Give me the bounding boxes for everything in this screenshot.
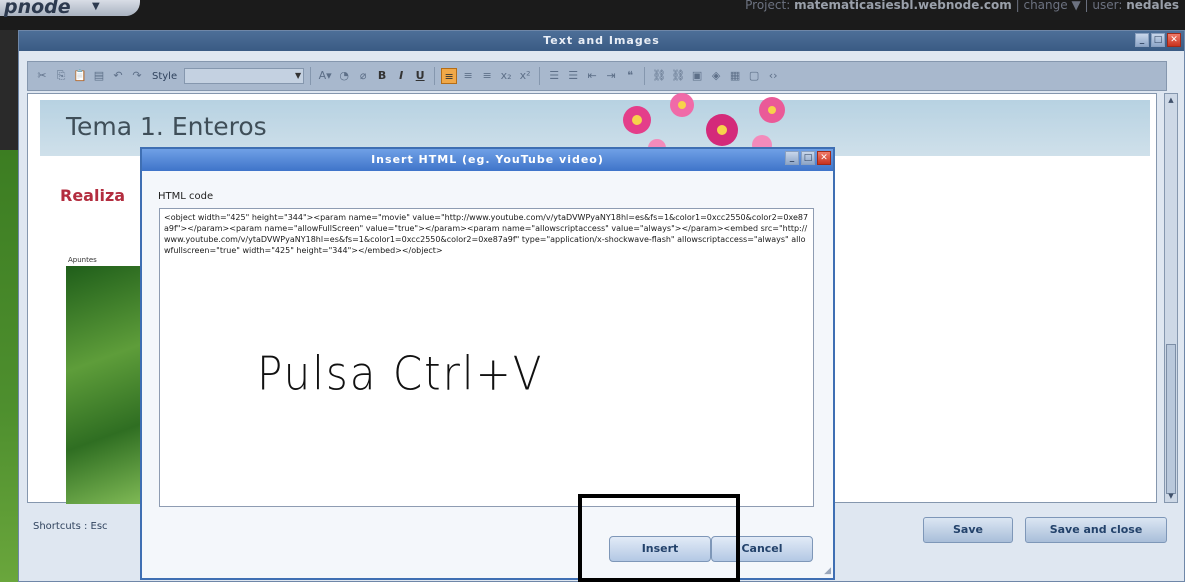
- unlink-icon[interactable]: ⛓: [670, 68, 686, 84]
- html-code-value: <object width="425" height="344"><param …: [164, 213, 809, 255]
- thumbnail-caption: Apuntes: [68, 256, 97, 264]
- highlight-annotation-box: [578, 494, 740, 582]
- flash-icon[interactable]: ◈: [708, 68, 724, 84]
- scroll-thumb[interactable]: [1166, 344, 1176, 494]
- bg-color-icon[interactable]: ◔: [336, 68, 352, 84]
- toolbar-divider: [310, 67, 312, 85]
- change-link[interactable]: change ▼: [1023, 0, 1080, 12]
- shortcuts-text: Shortcuts : Esc: [33, 521, 108, 532]
- align-center-icon[interactable]: ≡: [460, 68, 476, 84]
- body-text: Realiza: [60, 186, 126, 205]
- maximize-icon[interactable]: □: [1151, 33, 1165, 47]
- chevron-down-icon: ▼: [92, 1, 100, 12]
- close-icon[interactable]: ✕: [1167, 33, 1181, 47]
- scroll-down-icon[interactable]: ▼: [1165, 490, 1177, 502]
- window-controls: _ □ ✕: [1135, 33, 1181, 47]
- toolbar-divider: [539, 67, 541, 85]
- align-right-icon[interactable]: ≡: [479, 68, 495, 84]
- logo-tab[interactable]: pnode ▼: [0, 0, 140, 18]
- minimize-icon[interactable]: _: [785, 151, 799, 165]
- thumbnail-image[interactable]: [66, 266, 140, 504]
- separator: |: [1015, 0, 1020, 12]
- font-color-icon[interactable]: A▾: [317, 68, 333, 84]
- copy-icon[interactable]: ⎘: [53, 68, 69, 84]
- underline-icon[interactable]: U: [412, 68, 428, 84]
- separator: |: [1084, 0, 1089, 12]
- outdent-icon[interactable]: ⇤: [584, 68, 600, 84]
- scrollbar[interactable]: ▲ ▼: [1164, 93, 1178, 503]
- paste-word-icon[interactable]: ▤: [91, 68, 107, 84]
- close-icon[interactable]: ✕: [817, 151, 831, 165]
- cut-icon[interactable]: ✂: [34, 68, 50, 84]
- top-bar: pnode ▼ Project: matematicasiesbl.webnod…: [0, 0, 1185, 30]
- link-icon[interactable]: ⛓: [651, 68, 667, 84]
- resize-grip-icon[interactable]: ◢: [824, 566, 831, 576]
- frame-icon[interactable]: ▢: [746, 68, 762, 84]
- maximize-icon[interactable]: □: [801, 151, 815, 165]
- paste-icon[interactable]: 📋: [72, 68, 88, 84]
- toolbar-divider: [434, 67, 436, 85]
- eraser-icon[interactable]: ⌀: [355, 68, 371, 84]
- dialog-window-controls: _ □ ✕: [785, 151, 831, 165]
- html-code-label: HTML code: [158, 191, 214, 202]
- undo-icon[interactable]: ↶: [110, 68, 126, 84]
- redo-icon[interactable]: ↷: [129, 68, 145, 84]
- table-icon[interactable]: ▦: [727, 68, 743, 84]
- source-icon[interactable]: ‹›: [765, 68, 781, 84]
- project-label: Project:: [745, 0, 791, 12]
- editor-title: Text and Images: [543, 34, 660, 47]
- user-name[interactable]: nedales: [1126, 0, 1179, 12]
- chevron-down-icon: ▼: [294, 71, 302, 80]
- logo: pnode: [4, 0, 71, 18]
- save-and-close-button[interactable]: Save and close: [1025, 517, 1167, 543]
- save-button[interactable]: Save: [923, 517, 1013, 543]
- indent-icon[interactable]: ⇥: [603, 68, 619, 84]
- dialog-title: Insert HTML (eg. YouTube video): [371, 153, 604, 166]
- italic-icon[interactable]: I: [393, 68, 409, 84]
- ordered-list-icon[interactable]: ☰: [546, 68, 562, 84]
- toolbar-divider: [644, 67, 646, 85]
- project-name[interactable]: matematicasiesbl.webnode.com: [794, 0, 1012, 12]
- image-icon[interactable]: ▣: [689, 68, 705, 84]
- superscript-icon[interactable]: x²: [517, 68, 533, 84]
- handwritten-annotation: Pulsa Ctrl+V: [257, 346, 544, 401]
- scroll-up-icon[interactable]: ▲: [1165, 94, 1177, 106]
- project-info: Project: matematicasiesbl.webnode.com | …: [745, 0, 1179, 12]
- subscript-icon[interactable]: x₂: [498, 68, 514, 84]
- bold-icon[interactable]: B: [374, 68, 390, 84]
- page-heading: Tema 1. Enteros: [66, 112, 267, 141]
- editor-titlebar[interactable]: Text and Images _ □ ✕: [19, 31, 1184, 51]
- user-label: user:: [1092, 0, 1123, 12]
- unordered-list-icon[interactable]: ☰: [565, 68, 581, 84]
- dialog-titlebar[interactable]: Insert HTML (eg. YouTube video) _ □ ✕: [142, 149, 833, 171]
- editor-toolbar: ✂ ⎘ 📋 ▤ ↶ ↷ Style ▼ A▾ ◔ ⌀ B I U ≡ ≡ ≡ x…: [27, 61, 1167, 91]
- style-select[interactable]: ▼: [184, 68, 305, 84]
- minimize-icon[interactable]: _: [1135, 33, 1149, 47]
- align-left-icon[interactable]: ≡: [441, 68, 458, 84]
- quote-icon[interactable]: ❝: [622, 68, 638, 84]
- style-label: Style: [152, 70, 178, 82]
